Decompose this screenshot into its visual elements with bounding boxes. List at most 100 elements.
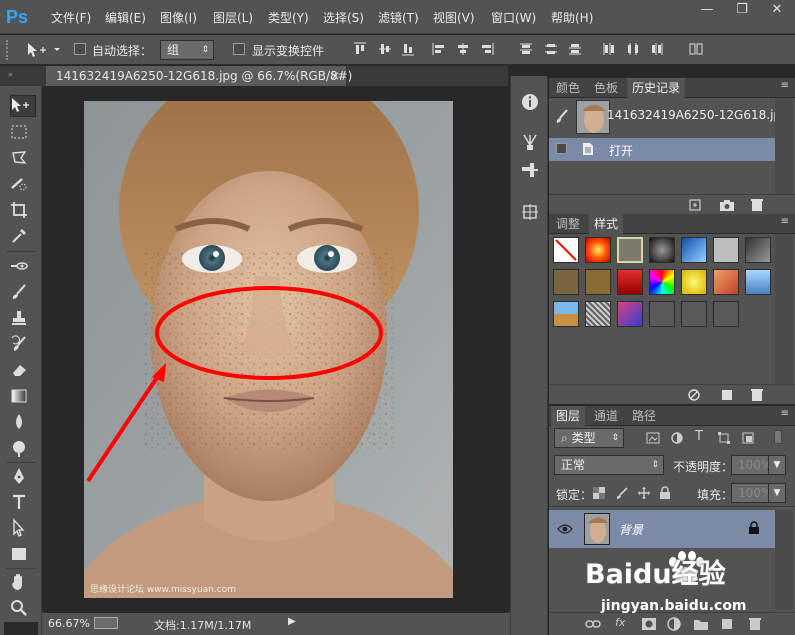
style-swatch[interactable] bbox=[649, 301, 675, 327]
history-state-checkbox[interactable] bbox=[556, 143, 567, 154]
history-brush-tool-icon[interactable] bbox=[9, 334, 35, 358]
menu-image[interactable]: 图像(I) bbox=[160, 9, 197, 26]
quick-selection-tool-icon[interactable] bbox=[9, 174, 35, 198]
align-bottom-icon[interactable] bbox=[400, 41, 416, 57]
style-swatch[interactable] bbox=[617, 269, 643, 295]
tab-swatches[interactable]: 色板 bbox=[589, 78, 623, 98]
panel-menu-icon[interactable]: ≡ bbox=[781, 216, 789, 227]
style-swatch[interactable] bbox=[713, 237, 739, 263]
trash-icon[interactable] bbox=[749, 198, 765, 212]
tab-color[interactable]: 颜色 bbox=[551, 78, 585, 98]
minimize-button[interactable]: — bbox=[690, 0, 724, 20]
dodge-tool-icon[interactable] bbox=[9, 438, 35, 462]
path-selection-tool-icon[interactable] bbox=[9, 518, 35, 542]
menu-help[interactable]: 帮助(H) bbox=[551, 9, 593, 26]
align-vcenter-icon[interactable] bbox=[377, 41, 393, 57]
collapse-toolbar-icon[interactable]: » bbox=[8, 70, 13, 79]
auto-select-checkbox[interactable] bbox=[74, 43, 86, 55]
type-tool-icon[interactable] bbox=[9, 492, 35, 516]
style-swatch[interactable] bbox=[585, 269, 611, 295]
tab-adjustments[interactable]: 调整 bbox=[551, 214, 585, 234]
clone-source-icon[interactable] bbox=[520, 160, 540, 180]
tab-channels[interactable]: 通道 bbox=[589, 406, 623, 426]
layer-filter-dropdown[interactable]: ⌕ 类型 ⇕ bbox=[554, 428, 624, 448]
rectangle-tool-icon[interactable] bbox=[9, 544, 35, 568]
style-swatch[interactable] bbox=[681, 269, 707, 295]
zoom-level[interactable]: 66.67% bbox=[48, 617, 90, 630]
tab-paths[interactable]: 路径 bbox=[627, 406, 661, 426]
tab-styles[interactable]: 样式 bbox=[589, 214, 624, 234]
zoom-tool-icon[interactable] bbox=[9, 598, 35, 622]
history-scrollbar[interactable] bbox=[775, 98, 793, 194]
adjustment-icon[interactable] bbox=[667, 617, 681, 631]
distribute-vcenter-icon[interactable] bbox=[543, 41, 559, 57]
layer-name[interactable]: 背景 bbox=[619, 521, 643, 538]
style-swatch[interactable] bbox=[617, 301, 643, 327]
crop-tool-icon[interactable] bbox=[9, 200, 35, 224]
camera-icon[interactable] bbox=[719, 198, 735, 212]
tab-history[interactable]: 历史记录 bbox=[627, 78, 686, 98]
restore-button[interactable]: ❐ bbox=[725, 0, 759, 20]
filter-shape-icon[interactable] bbox=[717, 431, 731, 445]
menu-window[interactable]: 窗口(W) bbox=[491, 9, 536, 26]
menu-type[interactable]: 类型(Y) bbox=[268, 9, 309, 26]
show-transform-checkbox[interactable] bbox=[233, 43, 245, 55]
align-left-icon[interactable] bbox=[431, 41, 447, 57]
layer-comps-icon[interactable] bbox=[520, 202, 540, 222]
menu-file[interactable]: 文件(F) bbox=[51, 9, 91, 26]
lock-all-icon[interactable] bbox=[659, 486, 671, 500]
blur-tool-icon[interactable] bbox=[9, 412, 35, 436]
document-image[interactable]: 思缘设计论坛 www.missyuan.com bbox=[84, 101, 453, 598]
menu-view[interactable]: 视图(V) bbox=[433, 9, 475, 26]
visibility-eye-icon[interactable] bbox=[557, 523, 573, 535]
snapshot-name[interactable]: 141632419A6250-12G618.jpg bbox=[607, 108, 789, 122]
move-tool-preset-icon[interactable] bbox=[24, 40, 64, 60]
distribute-right-icon[interactable] bbox=[649, 41, 665, 57]
distribute-hcenter-icon[interactable] bbox=[625, 41, 641, 57]
brush-tool-icon[interactable] bbox=[9, 282, 35, 306]
lock-pixels-icon[interactable] bbox=[615, 486, 629, 500]
styles-scrollbar[interactable] bbox=[775, 234, 793, 384]
distribute-top-icon[interactable] bbox=[518, 41, 534, 57]
distribute-bottom-icon[interactable] bbox=[567, 41, 583, 57]
filter-toggle-switch[interactable] bbox=[774, 430, 782, 444]
brush-presets-icon[interactable] bbox=[520, 132, 540, 152]
eyedropper-tool-icon[interactable] bbox=[9, 226, 35, 250]
eraser-tool-icon[interactable] bbox=[9, 360, 35, 384]
filter-smart-object-icon[interactable] bbox=[741, 431, 755, 445]
group-icon[interactable] bbox=[693, 617, 709, 631]
opacity-input[interactable]: 100% bbox=[731, 455, 772, 475]
document-tab[interactable]: 141632419A6250-12G618.jpg @ 66.7%(RGB/8#… bbox=[46, 66, 352, 86]
align-right-icon[interactable] bbox=[479, 41, 495, 57]
style-none-swatch[interactable] bbox=[553, 237, 579, 263]
panel-menu-icon[interactable]: ≡ bbox=[781, 80, 789, 91]
distribute-left-icon[interactable] bbox=[601, 41, 617, 57]
auto-align-icon[interactable] bbox=[688, 41, 704, 57]
lock-transparent-icon[interactable] bbox=[593, 487, 605, 499]
new-style-icon[interactable] bbox=[719, 388, 735, 402]
opacity-arrow-button[interactable]: ▼ bbox=[768, 455, 786, 475]
style-swatch[interactable] bbox=[681, 301, 707, 327]
hand-tool-icon[interactable] bbox=[9, 572, 35, 596]
trash-icon[interactable] bbox=[747, 617, 763, 631]
style-swatch[interactable] bbox=[649, 237, 675, 263]
style-swatch[interactable] bbox=[713, 269, 739, 295]
blend-mode-dropdown[interactable]: 正常 ⇕ bbox=[554, 455, 664, 475]
pen-tool-icon[interactable] bbox=[9, 466, 35, 490]
style-swatch[interactable] bbox=[681, 237, 707, 263]
menu-layer[interactable]: 图层(L) bbox=[213, 9, 253, 26]
tab-layers[interactable]: 图层 bbox=[551, 406, 586, 426]
new-layer-icon[interactable] bbox=[719, 617, 735, 631]
close-window-button[interactable]: ✕ bbox=[760, 0, 794, 20]
auto-select-dropdown[interactable]: 组 ⇕ bbox=[160, 40, 214, 60]
menu-select[interactable]: 选择(S) bbox=[323, 9, 364, 26]
fx-icon[interactable]: fx bbox=[615, 616, 625, 629]
info-icon[interactable] bbox=[520, 92, 540, 112]
move-tool-icon[interactable] bbox=[9, 96, 35, 120]
style-swatch[interactable] bbox=[713, 301, 739, 327]
mask-icon[interactable] bbox=[641, 617, 657, 631]
style-swatch[interactable] bbox=[649, 269, 675, 295]
fill-arrow-button[interactable]: ▼ bbox=[768, 483, 786, 503]
clone-stamp-tool-icon[interactable] bbox=[9, 308, 35, 332]
gradient-tool-icon[interactable] bbox=[9, 386, 35, 410]
